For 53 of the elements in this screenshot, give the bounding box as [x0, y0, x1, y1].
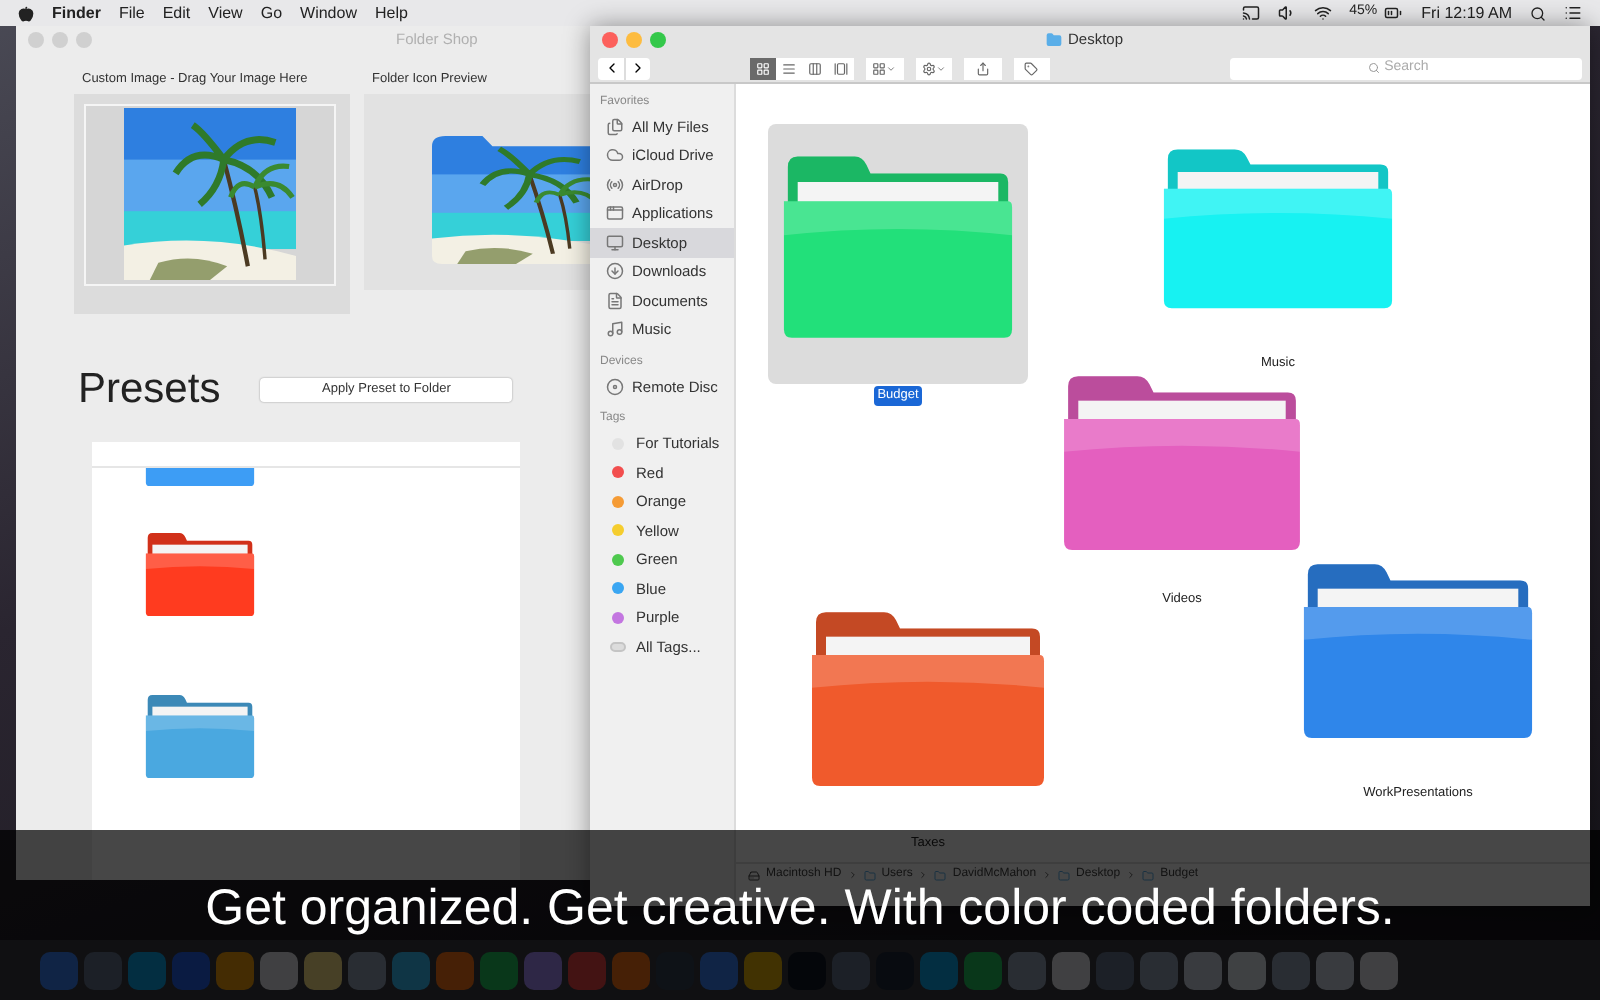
view-mode-button[interactable]: [802, 57, 828, 79]
sidebar-item-icon: [606, 377, 624, 396]
search-icon[interactable]: [1530, 5, 1546, 21]
menu-item[interactable]: Help: [374, 1, 408, 25]
share-icon: [975, 61, 990, 75]
menu-item[interactable]: Go: [260, 1, 283, 25]
caret-icon: [886, 63, 897, 73]
list-icon[interactable]: [1564, 4, 1582, 22]
menu-clock[interactable]: Fri 12:19 AM: [1421, 1, 1512, 25]
arrange-button[interactable]: [866, 57, 904, 79]
apple-icon[interactable]: [18, 5, 34, 21]
view-mode-icon: [782, 61, 796, 75]
tag-button[interactable]: [1013, 57, 1051, 79]
menu-item[interactable]: File: [118, 1, 145, 25]
sidebar-item-icon: [606, 204, 624, 223]
selected-file-highlight[interactable]: [768, 124, 1028, 384]
battery-icon[interactable]: [1381, 4, 1404, 22]
sidebar-item-icon: [606, 233, 624, 252]
menu-item[interactable]: Window: [300, 1, 357, 25]
view-mode-button[interactable]: [750, 57, 776, 79]
all-tags-icon: [610, 641, 626, 652]
forward-button[interactable]: [624, 57, 650, 79]
folder-icon: [1046, 32, 1062, 48]
menu-item[interactable]: Edit: [162, 1, 191, 25]
sidebar-item-icon: [606, 175, 624, 194]
airplay-icon[interactable]: [1241, 4, 1260, 22]
arrange-icon: [872, 61, 887, 75]
volume-icon[interactable]: [1277, 4, 1296, 22]
caret-icon: [935, 63, 946, 73]
section-heading: Presets: [78, 363, 221, 416]
sidebar-item-icon: [606, 146, 624, 165]
sidebar-item-icon: [606, 320, 624, 339]
share-button[interactable]: [964, 57, 1002, 79]
gear-icon: [921, 61, 936, 75]
caption-text: Get organized. Get creative. With color coded folders.: [205, 884, 1395, 934]
action-button[interactable]: [915, 57, 953, 79]
sidebar-item-icon: [606, 291, 624, 310]
image-drop-well[interactable]: [74, 93, 350, 314]
view-mode-icon: [756, 61, 770, 75]
close-button[interactable]: [602, 32, 618, 48]
tag-icon: [1024, 61, 1039, 75]
view-mode-button[interactable]: [828, 57, 854, 79]
search-icon: [1368, 62, 1381, 74]
view-mode-icon: [808, 61, 822, 75]
sidebar-item-icon: [606, 262, 624, 281]
forward-icon: [630, 60, 646, 76]
menu-item[interactable]: Finder: [52, 1, 101, 25]
wifi-icon[interactable]: [1313, 4, 1332, 22]
menu-item[interactable]: View: [208, 1, 243, 25]
view-mode-button[interactable]: [776, 57, 802, 79]
view-mode-icon: [834, 61, 848, 75]
back-button[interactable]: [598, 57, 624, 79]
sidebar-item-icon: [606, 117, 624, 136]
